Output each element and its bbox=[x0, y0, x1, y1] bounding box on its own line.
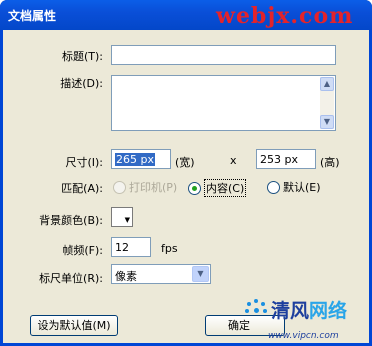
scroll-up-icon[interactable]: ▲ bbox=[320, 77, 334, 91]
set-default-button[interactable]: 设为默认值(M) bbox=[30, 315, 118, 336]
brand-url: www.vipcn.com bbox=[268, 331, 339, 341]
chevron-down-icon: ▼ bbox=[124, 216, 130, 224]
width-input[interactable]: 265 px bbox=[111, 149, 171, 169]
match-content-radio[interactable]: 内容(C) bbox=[188, 179, 247, 197]
fps-unit-label: fps bbox=[161, 242, 178, 255]
radio-unchecked-icon bbox=[113, 180, 126, 194]
size-label: 尺寸(I): bbox=[65, 156, 103, 169]
width-value: 265 px bbox=[115, 153, 155, 166]
background-color-label: 背景颜色(B): bbox=[39, 214, 103, 227]
radio-checked-icon bbox=[188, 181, 201, 195]
scroll-down-icon[interactable]: ▼ bbox=[320, 115, 334, 129]
times-symbol: x bbox=[230, 154, 237, 167]
watermark-logo: webjx.com bbox=[216, 3, 354, 29]
height-value: 253 px bbox=[260, 153, 298, 166]
match-label: 匹配(A): bbox=[61, 182, 103, 195]
match-printer-radio[interactable]: 打印机(P) bbox=[113, 179, 177, 195]
description-label: 描述(D): bbox=[60, 77, 103, 90]
brand-name: 清风网络 bbox=[271, 300, 348, 322]
frame-rate-input[interactable]: 12 bbox=[111, 237, 151, 257]
title-input[interactable] bbox=[111, 45, 336, 65]
title-bar[interactable]: 文档属性 webjx.com bbox=[0, 0, 372, 30]
height-input[interactable]: 253 px bbox=[256, 149, 316, 169]
description-scrollbar[interactable]: ▲ ▼ bbox=[320, 77, 334, 129]
dialog-window: 文档属性 webjx.com 标题(T): 描述(D): ▲ ▼ 尺寸(I): … bbox=[0, 0, 372, 346]
height-unit-label: (高) bbox=[320, 156, 340, 169]
description-textarea[interactable]: ▲ ▼ bbox=[111, 75, 336, 131]
ruler-units-label: 标尺单位(R): bbox=[39, 272, 103, 285]
dropdown-arrow-icon[interactable]: ▼ bbox=[192, 266, 209, 282]
match-default-radio[interactable]: 默认(E) bbox=[267, 179, 321, 195]
window-title: 文档属性 bbox=[8, 9, 57, 23]
ruler-units-select[interactable]: 像素 ▼ bbox=[111, 264, 211, 284]
brand-dots-icon bbox=[245, 298, 267, 321]
width-unit-label: (宽) bbox=[175, 156, 195, 169]
brand-logo: 清风网络 bbox=[245, 296, 347, 323]
background-color-picker[interactable]: ▼ bbox=[111, 207, 133, 227]
radio-unchecked-icon bbox=[267, 180, 280, 194]
frame-rate-label: 帧频(F): bbox=[62, 244, 103, 257]
title-label: 标题(T): bbox=[61, 50, 103, 63]
